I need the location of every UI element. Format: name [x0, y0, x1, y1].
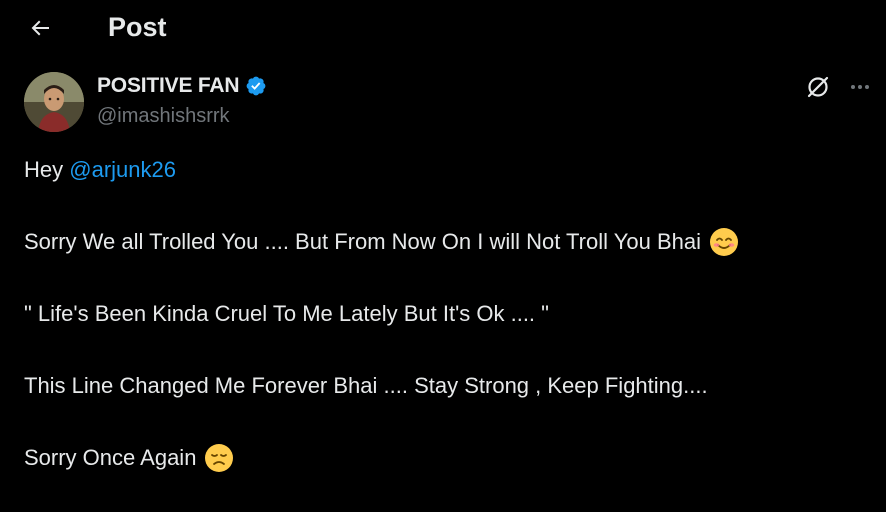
top-bar: Post	[0, 0, 886, 56]
more-dots-icon	[851, 85, 869, 89]
disappointed-face-icon	[205, 444, 234, 472]
mention-link[interactable]: @arjunk26	[69, 152, 176, 188]
tweet-line-2: Sorry We all Trolled You .... But From N…	[24, 224, 874, 260]
author-display-name[interactable]: POSITIVE FAN	[97, 74, 239, 98]
author-row: POSITIVE FAN	[97, 72, 267, 100]
verified-badge-icon[interactable]	[245, 75, 267, 97]
tweet-apology-text: Sorry We all Trolled You .... But From N…	[24, 229, 701, 254]
tweet-line-1: Hey @arjunk26	[24, 152, 874, 188]
back-button[interactable]	[22, 10, 58, 46]
grok-button[interactable]	[804, 73, 832, 101]
tweet-encouragement-text: This Line Changed Me Forever Bhai .... S…	[24, 373, 708, 398]
smiling-face-icon	[710, 228, 738, 256]
tweet-line-5: Sorry Once Again	[24, 440, 874, 476]
tweet-closing-text: Sorry Once Again	[24, 445, 197, 470]
tweet-text: Hey @arjunk26 Sorry We all Trolled You .…	[24, 152, 874, 512]
tweet-line-4: This Line Changed Me Forever Bhai .... S…	[24, 368, 874, 404]
author-handle[interactable]: @imashishsrrk	[97, 103, 230, 129]
arrow-left-icon	[31, 20, 49, 36]
tweet-quote-text: " Life's Been Kinda Cruel To Me Lately B…	[24, 301, 549, 326]
avatar[interactable]	[24, 72, 84, 132]
tweet-line-3: " Life's Been Kinda Cruel To Me Lately B…	[24, 296, 874, 332]
grok-icon	[807, 76, 829, 98]
page-title: Post	[108, 12, 167, 42]
more-button[interactable]	[846, 73, 874, 101]
tweet-greeting: Hey	[24, 157, 70, 182]
